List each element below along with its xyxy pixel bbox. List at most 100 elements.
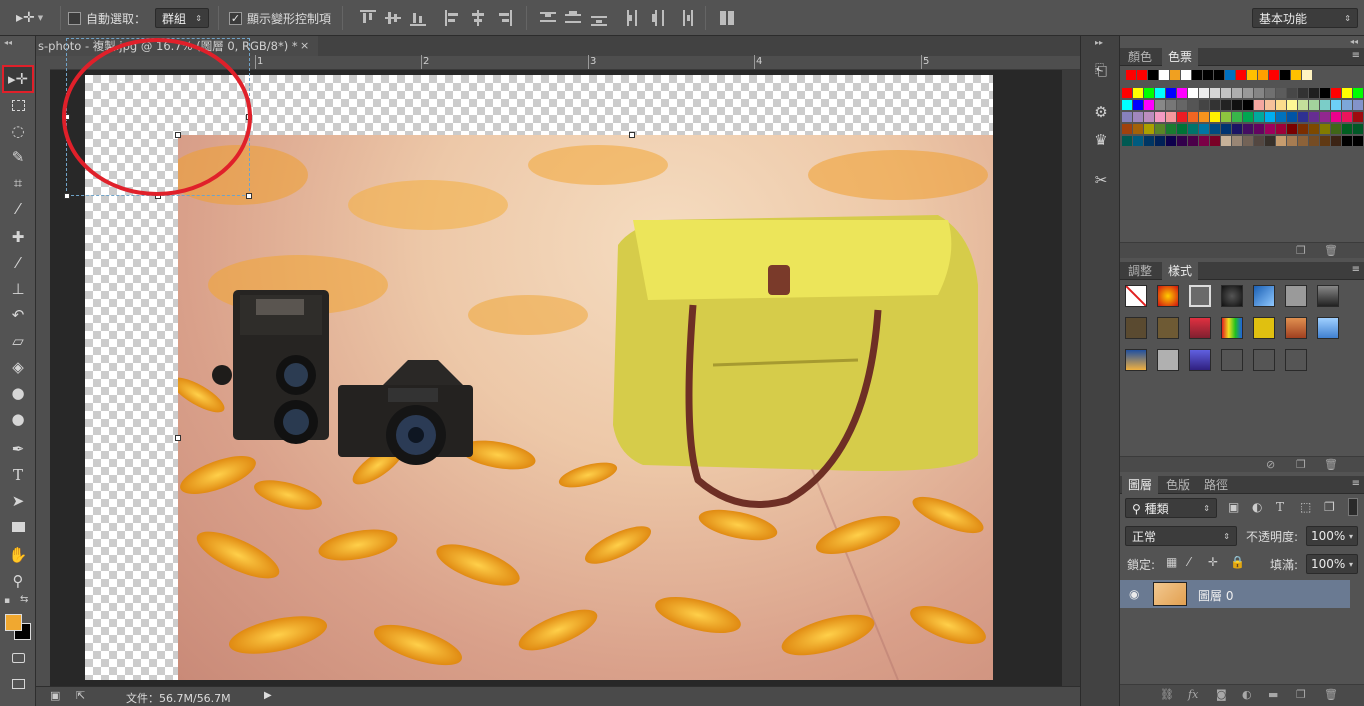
share-icon[interactable]: ⇱	[76, 689, 85, 702]
panel-menu-icon[interactable]: ≡	[1352, 50, 1360, 61]
color-swatch[interactable]	[1155, 112, 1165, 122]
color-swatch[interactable]	[1155, 124, 1165, 134]
move-tool-preset-picker[interactable]: ▸✛ ▼	[16, 8, 43, 28]
color-swatch[interactable]	[1144, 136, 1154, 146]
color-swatch[interactable]	[1133, 88, 1143, 98]
color-swatch[interactable]	[1342, 136, 1352, 146]
distribute-top-edges-icon[interactable]	[540, 10, 556, 26]
color-swatch[interactable]	[1254, 112, 1264, 122]
tab-layers[interactable]: 圖層	[1122, 476, 1159, 494]
fill-field[interactable]: 100% ▾	[1306, 554, 1358, 574]
color-swatch[interactable]	[1331, 112, 1341, 122]
recent-swatch[interactable]	[1170, 70, 1180, 80]
align-vertical-centers-icon[interactable]	[385, 10, 401, 26]
history-icon[interactable]: ⎗	[1091, 60, 1111, 80]
color-swatch[interactable]	[1210, 136, 1220, 146]
color-swatch[interactable]	[1221, 124, 1231, 134]
color-swatch[interactable]	[1331, 124, 1341, 134]
auto-select-checkbox[interactable]: 自動選取：	[68, 8, 146, 28]
collapse-panels-icon[interactable]: ◂◂	[1350, 37, 1358, 46]
color-swatch[interactable]	[1254, 136, 1264, 146]
collapse-toolbox-icon[interactable]: ◂◂	[4, 38, 12, 47]
color-swatch[interactable]	[1122, 136, 1132, 146]
trash-icon[interactable]: 🗑	[1324, 244, 1338, 257]
color-swatch[interactable]	[1342, 100, 1352, 110]
layer-filter-dropdown[interactable]: ⚲ 種類 ⇕	[1125, 498, 1217, 518]
close-icon[interactable]: ×	[300, 36, 309, 56]
recent-swatch[interactable]	[1159, 70, 1169, 80]
color-swatch[interactable]	[1309, 124, 1319, 134]
quick-mask-mode[interactable]	[4, 646, 32, 670]
color-swatch[interactable]	[1342, 88, 1352, 98]
new-swatch-icon[interactable]: ❐	[1296, 244, 1306, 257]
color-swatch[interactable]	[1265, 136, 1275, 146]
color-swatch[interactable]	[1177, 124, 1187, 134]
style-swatch[interactable]	[1221, 317, 1243, 339]
tab-adjustments[interactable]: 調整	[1122, 262, 1158, 280]
screen-mode[interactable]	[4, 672, 32, 696]
color-swatch[interactable]	[1210, 124, 1220, 134]
zoom-tool[interactable]: ⚲	[4, 569, 32, 593]
lock-all-icon[interactable]: 🔒	[1230, 555, 1245, 569]
color-swatch[interactable]	[1221, 136, 1231, 146]
new-layer-icon[interactable]: ❐	[1296, 688, 1306, 701]
clone-stamp-tool[interactable]: ⊥	[4, 277, 32, 301]
hand-tool[interactable]: ✋	[4, 543, 32, 567]
history-brush-tool[interactable]: ↶	[4, 303, 32, 327]
tab-channels[interactable]: 色版	[1160, 476, 1196, 494]
zoom-readout-icon[interactable]: ▣	[50, 689, 60, 702]
color-swatch[interactable]	[1177, 136, 1187, 146]
recent-swatch[interactable]	[1258, 70, 1268, 80]
quick-selection-tool[interactable]: ✎	[4, 145, 32, 169]
color-swatch[interactable]	[1221, 112, 1231, 122]
recent-swatch[interactable]	[1291, 70, 1301, 80]
color-swatch[interactable]	[1199, 112, 1209, 122]
distribute-horizontal-centers-icon[interactable]	[651, 10, 667, 26]
recent-swatch[interactable]	[1148, 70, 1158, 80]
color-swatch[interactable]	[1320, 88, 1330, 98]
tab-swatches[interactable]: 色票	[1162, 48, 1199, 66]
color-swatch[interactable]	[1166, 124, 1176, 134]
color-swatch[interactable]	[1155, 88, 1165, 98]
color-swatch[interactable]	[1243, 112, 1253, 122]
color-swatch[interactable]	[1221, 100, 1231, 110]
color-swatch[interactable]	[1309, 88, 1319, 98]
recent-swatch[interactable]	[1280, 70, 1290, 80]
color-swatch[interactable]	[1265, 112, 1275, 122]
color-swatch[interactable]	[1232, 136, 1242, 146]
color-swatch[interactable]	[1298, 88, 1308, 98]
filter-smart-objects-icon[interactable]: ❐	[1324, 500, 1335, 514]
opacity-field[interactable]: 100% ▾	[1306, 526, 1358, 546]
color-swatch[interactable]	[1232, 100, 1242, 110]
style-swatch[interactable]	[1253, 349, 1275, 371]
add-mask-icon[interactable]: ◙	[1216, 688, 1227, 701]
blur-tool[interactable]: ●	[4, 381, 32, 405]
layer-photo[interactable]	[178, 135, 993, 680]
color-swatch[interactable]	[1188, 88, 1198, 98]
color-swatch[interactable]	[1276, 88, 1286, 98]
color-swatch[interactable]	[1342, 112, 1352, 122]
fx-icon[interactable]: fx	[1188, 688, 1198, 701]
style-swatch[interactable]	[1189, 317, 1211, 339]
color-swatch[interactable]	[1298, 136, 1308, 146]
color-swatch[interactable]	[1287, 136, 1297, 146]
color-swatch[interactable]	[1210, 112, 1220, 122]
link-layers-icon[interactable]: ⛓	[1160, 688, 1174, 701]
vertical-scrollbar[interactable]	[1062, 70, 1080, 686]
color-swatch[interactable]	[1243, 124, 1253, 134]
color-swatch[interactable]	[1144, 88, 1154, 98]
recent-swatch[interactable]	[1236, 70, 1246, 80]
color-swatch[interactable]	[1320, 100, 1330, 110]
style-swatch[interactable]	[1189, 285, 1211, 307]
color-swatch[interactable]	[1287, 100, 1297, 110]
distribute-bottom-edges-icon[interactable]	[591, 10, 607, 26]
color-swatch[interactable]	[1265, 124, 1275, 134]
recent-swatch[interactable]	[1192, 70, 1202, 80]
style-swatch[interactable]	[1317, 285, 1339, 307]
color-swatch[interactable]	[1177, 88, 1187, 98]
eyedropper-tool[interactable]: ⁄	[4, 197, 32, 221]
color-swatch[interactable]	[1122, 124, 1132, 134]
eye-icon[interactable]: ◉	[1129, 587, 1139, 601]
color-swatch[interactable]	[1353, 88, 1363, 98]
status-menu-icon[interactable]: ▶	[264, 690, 272, 701]
